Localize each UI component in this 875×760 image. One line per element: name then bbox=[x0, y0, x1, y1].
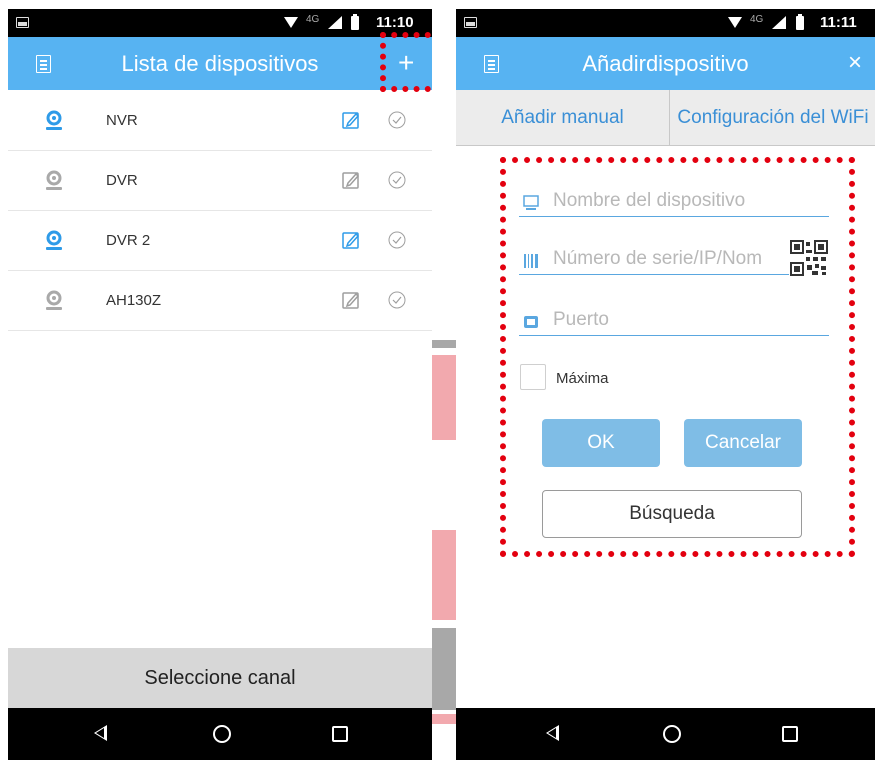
home-icon[interactable] bbox=[663, 725, 681, 743]
camera-icon bbox=[46, 170, 62, 190]
add-device-screen: 4G 11:11 Añadirdispositivo × Añadir manu… bbox=[456, 0, 875, 760]
background-strip bbox=[432, 340, 456, 348]
device-row-dvr[interactable]: DVR bbox=[8, 151, 432, 211]
device-row-dvr-2[interactable]: DVR 2 bbox=[8, 211, 432, 271]
device-name: NVR bbox=[106, 112, 138, 129]
clock: 11:10 bbox=[376, 14, 414, 31]
background-strip bbox=[432, 628, 456, 710]
battery-icon bbox=[351, 14, 359, 30]
app-bar: Añadirdispositivo × bbox=[456, 37, 875, 90]
edit-icon[interactable] bbox=[342, 291, 360, 309]
device-name: DVR bbox=[106, 172, 138, 189]
tab-manual-add[interactable]: Añadir manual bbox=[456, 90, 670, 145]
tab-wifi-config[interactable]: Configuración del WiFi bbox=[671, 90, 875, 145]
select-channel-button[interactable]: Seleccione canal bbox=[8, 648, 432, 708]
barcode-icon bbox=[524, 254, 538, 268]
search-button[interactable]: Búsqueda bbox=[542, 490, 802, 538]
home-icon[interactable] bbox=[213, 725, 231, 743]
device-row-ah130z[interactable]: AH130Z bbox=[8, 271, 432, 331]
check-circle-icon[interactable] bbox=[388, 291, 406, 309]
signal-icon bbox=[328, 16, 342, 29]
qr-code-icon[interactable] bbox=[790, 240, 828, 276]
clock: 11:11 bbox=[820, 14, 857, 31]
page-title: Lista de dispositivos bbox=[121, 51, 319, 76]
background-strip bbox=[432, 714, 456, 724]
camera-icon bbox=[46, 230, 62, 250]
check-circle-icon[interactable] bbox=[388, 231, 406, 249]
maximum-checkbox-label: Máxima bbox=[556, 370, 609, 387]
navigation-bar bbox=[8, 708, 432, 760]
cancel-button[interactable]: Cancelar bbox=[684, 419, 802, 467]
camera-icon bbox=[46, 290, 62, 310]
serial-ip-field[interactable]: Número de serie/IP/Nom bbox=[519, 245, 789, 275]
recent-apps-icon[interactable] bbox=[782, 726, 798, 742]
status-bar: 4G 11:10 bbox=[8, 9, 432, 37]
maximum-checkbox[interactable] bbox=[520, 364, 546, 390]
port-field[interactable]: Puerto bbox=[519, 306, 829, 336]
device-name-field[interactable]: Nombre del dispositivo bbox=[519, 187, 829, 217]
close-icon[interactable]: × bbox=[848, 50, 862, 76]
network-type: 4G bbox=[306, 14, 320, 25]
check-circle-icon[interactable] bbox=[388, 111, 406, 129]
navigation-bar bbox=[456, 708, 875, 760]
add-button-highlight bbox=[380, 32, 432, 92]
app-bar: Lista de dispositivos + bbox=[8, 37, 432, 90]
port-placeholder: Puerto bbox=[553, 309, 609, 330]
device-list-screen: 4G 11:10 Lista de dispositivos + NVR DVR… bbox=[8, 0, 432, 760]
tab-bar: Añadir manual Configuración del WiFi bbox=[456, 90, 875, 146]
wifi-icon bbox=[728, 17, 742, 28]
back-icon[interactable] bbox=[94, 725, 107, 741]
image-notification-icon bbox=[16, 17, 29, 28]
camera-icon bbox=[46, 110, 62, 130]
ok-button[interactable]: OK bbox=[542, 419, 660, 467]
background-strip bbox=[432, 530, 456, 620]
page-title: Añadirdispositivo bbox=[582, 51, 749, 76]
device-row-nvr[interactable]: NVR bbox=[8, 91, 432, 151]
background-strip bbox=[432, 355, 456, 440]
edit-icon[interactable] bbox=[342, 231, 360, 249]
network-type: 4G bbox=[750, 14, 764, 25]
wifi-icon bbox=[284, 17, 298, 28]
device-list: NVR DVR DVR 2 AH130Z bbox=[8, 91, 432, 331]
back-icon[interactable] bbox=[546, 725, 559, 741]
check-circle-icon[interactable] bbox=[388, 171, 406, 189]
edit-icon[interactable] bbox=[342, 171, 360, 189]
serial-ip-placeholder: Número de serie/IP/Nom bbox=[553, 248, 763, 269]
port-icon bbox=[524, 316, 538, 328]
battery-icon bbox=[796, 14, 804, 30]
monitor-icon bbox=[523, 195, 539, 210]
image-notification-icon bbox=[464, 17, 477, 28]
recent-apps-icon[interactable] bbox=[332, 726, 348, 742]
device-name: AH130Z bbox=[106, 292, 162, 309]
status-bar: 4G 11:11 bbox=[456, 9, 875, 37]
edit-icon[interactable] bbox=[342, 111, 360, 129]
select-channel-label: Seleccione canal bbox=[144, 667, 296, 689]
device-name: DVR 2 bbox=[106, 232, 151, 249]
signal-icon bbox=[772, 16, 786, 29]
device-name-placeholder: Nombre del dispositivo bbox=[553, 190, 746, 211]
